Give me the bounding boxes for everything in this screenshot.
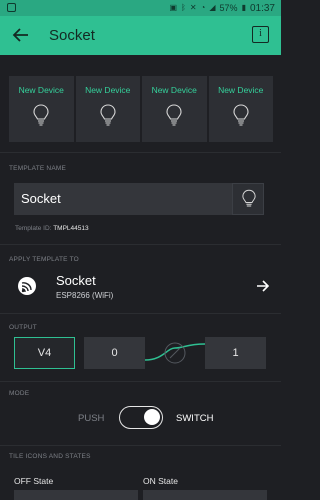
device-tile[interactable]: New Device — [9, 76, 74, 142]
wifi-icon: ◔ — [200, 3, 206, 12]
push-label: PUSH — [78, 413, 105, 424]
apply-template-row[interactable]: Socket ESP8266 (WiFi) — [0, 267, 281, 309]
bulb-icon — [233, 104, 249, 126]
device-tile-label: New Device — [85, 85, 131, 95]
tile-icons-heading: TILE ICONS AND STATES — [9, 453, 91, 460]
mode-row: PUSH SWITCH — [0, 406, 281, 430]
min-value-input[interactable]: 0 — [84, 337, 145, 369]
toggle-knob — [144, 409, 160, 425]
template-name-value: Socket — [21, 191, 61, 206]
tile-icon-button[interactable] — [232, 183, 264, 215]
bulb-icon — [100, 104, 116, 126]
section-divider — [0, 381, 281, 382]
status-icons: ▣ ᛒ ✕ ◔ ◢ 57% ▮ 01:37 — [169, 2, 275, 14]
status-bar: ▣ ᛒ ✕ ◔ ◢ 57% ▮ 01:37 — [0, 0, 281, 16]
section-divider — [0, 313, 281, 314]
device-tile-label: New Device — [218, 85, 264, 95]
nfc-icon: ▣ — [169, 3, 178, 12]
bulb-icon — [33, 104, 49, 126]
battery-icon: ▮ — [241, 3, 246, 12]
arrow-right-icon[interactable] — [256, 279, 270, 293]
app-bar: Socket i — [0, 16, 281, 55]
template-id-value: TMPL44513 — [53, 225, 89, 232]
switch-label: SWITCH — [176, 413, 214, 424]
mode-toggle[interactable] — [119, 406, 163, 429]
template-name-heading: TEMPLATE NAME — [9, 165, 67, 172]
page-title: Socket — [49, 27, 95, 44]
section-divider — [0, 445, 281, 446]
battery-percent: 57% — [219, 3, 238, 13]
device-tile-label: New Device — [18, 85, 64, 95]
on-state-box[interactable] — [143, 490, 267, 500]
pin-selector[interactable]: V4 — [14, 337, 75, 369]
notification-icon — [7, 3, 16, 12]
target-device-name: Socket — [56, 273, 96, 288]
back-arrow-icon[interactable] — [12, 26, 30, 44]
status-time: 01:37 — [249, 2, 275, 14]
device-tile[interactable]: New Device — [75, 76, 140, 142]
target-board: ESP8266 (WiFi) — [56, 291, 114, 300]
device-tile[interactable]: New Device — [208, 76, 273, 142]
section-divider — [0, 244, 281, 245]
on-state-label: ON State — [143, 476, 178, 486]
mode-heading: MODE — [9, 390, 30, 397]
template-id: Template ID: TMPL44513 — [15, 225, 89, 232]
template-id-label: Template ID: — [15, 225, 52, 232]
bulb-icon — [166, 104, 182, 126]
bulb-icon — [242, 189, 256, 207]
off-state-box[interactable] — [14, 490, 138, 500]
device-tile[interactable]: New Device — [142, 76, 207, 142]
apply-template-heading: APPLY TEMPLATE TO — [9, 256, 79, 263]
signal-icon: ◢ — [209, 3, 216, 12]
bluetooth-icon: ᛒ — [181, 3, 186, 12]
section-divider — [0, 152, 281, 153]
device-tile-label: New Device — [151, 85, 197, 95]
output-heading: OUTPUT — [9, 324, 37, 331]
device-preview-row: New Device New Device New Device New Dev… — [9, 76, 273, 142]
mapping-curve — [145, 342, 205, 364]
info-button[interactable]: i — [252, 26, 269, 43]
espressif-icon — [18, 277, 36, 295]
max-value-input[interactable]: 1 — [205, 337, 266, 369]
template-name-input[interactable]: Socket — [14, 183, 256, 215]
mute-icon: ✕ — [189, 3, 197, 12]
off-state-label: OFF State — [14, 476, 54, 486]
